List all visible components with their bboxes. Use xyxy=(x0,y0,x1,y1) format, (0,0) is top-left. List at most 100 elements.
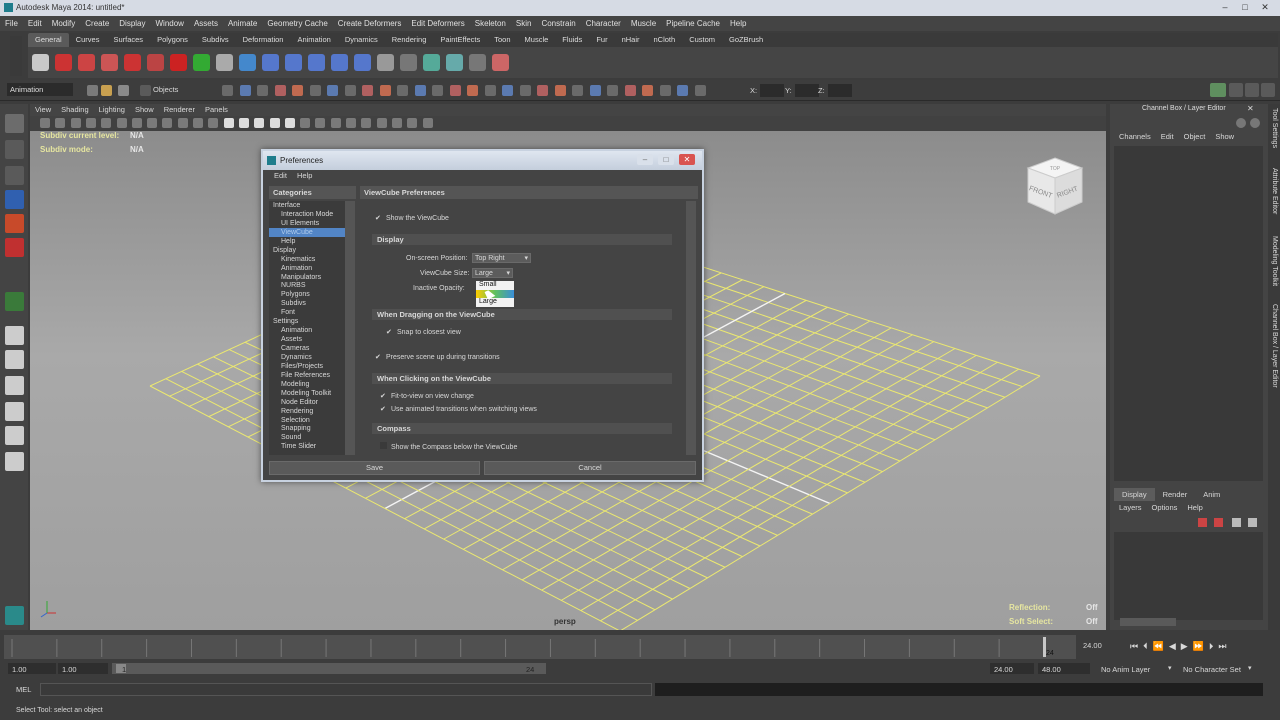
current-time-field[interactable]: 24.00 xyxy=(1083,641,1102,650)
category-nurbs[interactable]: NURBS xyxy=(269,281,345,290)
viewport-tool-icon[interactable] xyxy=(361,118,372,128)
viewport-tool-icon[interactable] xyxy=(407,118,418,128)
save-scene-icon[interactable] xyxy=(118,85,129,96)
menu-skeleton[interactable]: Skeleton xyxy=(470,19,511,28)
shelf-tab-fur[interactable]: Fur xyxy=(589,33,614,47)
category-settings[interactable]: Settings xyxy=(269,317,345,326)
range-slider[interactable] xyxy=(112,663,546,674)
viewport-tool-icon[interactable] xyxy=(193,118,203,128)
category-files-projects[interactable]: Files/Projects xyxy=(269,362,345,371)
cone-icon[interactable] xyxy=(308,54,325,71)
channel-menu-channels[interactable]: Channels xyxy=(1114,132,1156,141)
channel-menu-edit[interactable]: Edit xyxy=(1156,132,1179,141)
category-interaction-mode[interactable]: Interaction Mode xyxy=(269,210,345,219)
history-icon[interactable] xyxy=(537,85,548,96)
show-hide-tool-settings-icon[interactable] xyxy=(1245,83,1259,97)
category-help[interactable]: Help xyxy=(269,237,345,246)
viewport-tool-icon[interactable] xyxy=(55,118,66,128)
shelf-tab-custom[interactable]: Custom xyxy=(682,33,722,47)
viewport-tool-icon[interactable] xyxy=(315,118,326,128)
channel-menu-object[interactable]: Object xyxy=(1179,132,1211,141)
channel-box-icon[interactable] xyxy=(1250,118,1260,128)
snap-point-icon[interactable] xyxy=(484,85,496,96)
shelf-tab-toon[interactable]: Toon xyxy=(487,33,517,47)
help-icon[interactable] xyxy=(55,54,72,71)
dialog-minimize-icon[interactable]: – xyxy=(637,154,653,165)
soft-select-icon[interactable] xyxy=(694,85,706,96)
category-assets[interactable]: Assets xyxy=(269,335,345,344)
close-icon[interactable]: ✕ xyxy=(1258,2,1272,13)
viewport-tool-icon[interactable] xyxy=(391,118,402,128)
cube-icon[interactable] xyxy=(262,54,279,71)
persp-graph-layout-icon[interactable] xyxy=(5,402,24,421)
new-scene-icon[interactable] xyxy=(87,85,98,96)
category-manipulators[interactable]: Manipulators xyxy=(269,273,345,282)
shelf-tab-dynamics[interactable]: Dynamics xyxy=(338,33,385,47)
minimize-icon[interactable]: – xyxy=(1218,2,1232,13)
step-forward-frame-icon[interactable]: ⏵ xyxy=(1209,641,1214,652)
shelf-tab-fluids[interactable]: Fluids xyxy=(555,33,589,47)
paint-select-tool-icon[interactable] xyxy=(5,166,24,185)
play-backwards-icon[interactable]: ◀ xyxy=(1169,641,1176,652)
category-file-references[interactable]: File References xyxy=(269,371,345,380)
category-viewcube[interactable]: ViewCube xyxy=(269,227,345,237)
onscreen-position-dropdown[interactable]: Top Right ▾ xyxy=(472,253,531,263)
sym-icon[interactable] xyxy=(677,85,688,96)
size-option-large[interactable]: Large xyxy=(476,298,514,307)
open-scene-icon[interactable] xyxy=(101,85,112,96)
menu-pipeline-cache[interactable]: Pipeline Cache xyxy=(661,19,725,28)
snap-icon[interactable] xyxy=(124,54,141,71)
category-polygons[interactable]: Polygons xyxy=(269,290,345,299)
construction-history-icon[interactable] xyxy=(589,85,601,96)
viewport-tool-icon[interactable] xyxy=(238,118,249,128)
group-icon[interactable] xyxy=(400,54,417,71)
object-select-icon[interactable] xyxy=(239,85,251,96)
show-compass-checkbox[interactable]: Show the Compass below the ViewCube xyxy=(380,442,517,451)
y-field[interactable] xyxy=(795,84,819,97)
deform-icon[interactable] xyxy=(101,54,118,71)
step-back-frame-icon[interactable]: ⏴ xyxy=(1143,641,1148,652)
menu-create[interactable]: Create xyxy=(80,19,114,28)
paint-icon[interactable] xyxy=(147,54,164,71)
category-selection[interactable]: Selection xyxy=(269,416,345,425)
menu-window[interactable]: Window xyxy=(151,19,189,28)
snap-closest-checkbox[interactable]: ✔ Snap to closest view xyxy=(386,329,461,336)
outliner-layout-icon[interactable] xyxy=(5,452,24,471)
ipr-icon[interactable] xyxy=(469,54,486,71)
select-rendering-icon[interactable] xyxy=(379,85,391,96)
scale-tool-icon[interactable] xyxy=(5,238,24,257)
category-snapping[interactable]: Snapping xyxy=(269,424,345,433)
category-cameras[interactable]: Cameras xyxy=(269,344,345,353)
show-hide-modeling-toolkit-icon[interactable] xyxy=(1210,83,1226,97)
viewport-menu-panels[interactable]: Panels xyxy=(200,104,233,116)
play-forwards-icon[interactable]: ▶ xyxy=(1181,641,1188,652)
menu-constrain[interactable]: Constrain xyxy=(536,19,580,28)
viewport-menu-show[interactable]: Show xyxy=(130,104,159,116)
content-scrollbar[interactable] xyxy=(686,201,696,455)
display-section-header[interactable]: Display xyxy=(372,234,672,245)
layer-menu-options[interactable]: Options xyxy=(1147,503,1183,512)
step-back-key-icon[interactable]: ⏪ xyxy=(1153,641,1164,652)
close-panel-icon[interactable]: ✕ xyxy=(1247,104,1254,113)
snap-curve-icon[interactable] xyxy=(467,85,478,96)
category-ui-elements[interactable]: UI Elements xyxy=(269,219,345,228)
list-icon[interactable] xyxy=(377,54,394,71)
viewport-menu-renderer[interactable]: Renderer xyxy=(159,104,200,116)
new-layer-selected-icon[interactable] xyxy=(1214,518,1223,527)
viewcube[interactable]: TOP FRONT RIGHT xyxy=(1022,154,1088,220)
menu-file[interactable]: File xyxy=(0,19,23,28)
menu-muscle[interactable]: Muscle xyxy=(626,19,661,28)
dialog-menu-edit[interactable]: Edit xyxy=(269,171,292,180)
category-time-slider[interactable]: Time Slider xyxy=(269,442,345,451)
viewport-tool-icon[interactable] xyxy=(254,118,265,128)
menu-skin[interactable]: Skin xyxy=(511,19,537,28)
new-layer-icon[interactable] xyxy=(1198,518,1207,527)
preserve-scene-checkbox[interactable]: ✔ Preserve scene up during transitions xyxy=(375,354,500,361)
category-kinematics[interactable]: Kinematics xyxy=(269,255,345,264)
show-viewcube-checkbox[interactable]: ✔ Show the ViewCube xyxy=(375,215,449,222)
category-animation[interactable]: Animation xyxy=(269,326,345,335)
select-misc-icon[interactable] xyxy=(397,85,408,96)
compass-section-header[interactable]: Compass xyxy=(372,423,672,434)
ipr-render-icon[interactable] xyxy=(624,85,636,96)
select-tool-icon[interactable] xyxy=(5,114,24,133)
